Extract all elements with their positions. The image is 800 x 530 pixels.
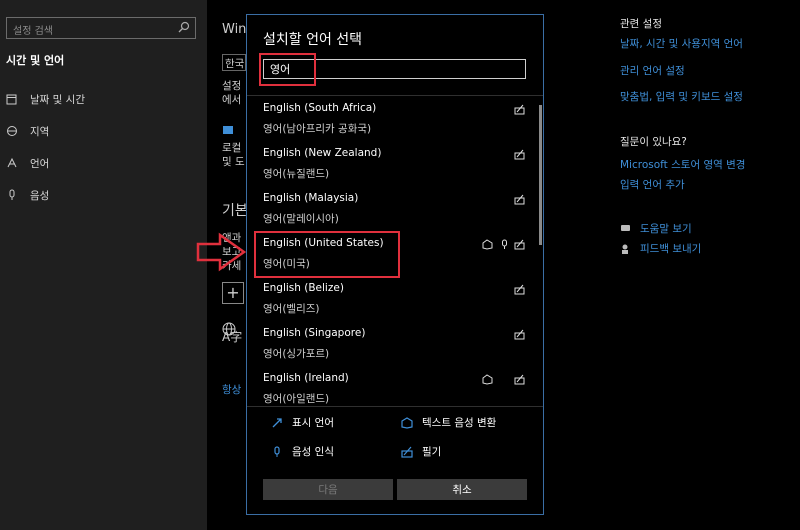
language-name: English (South Africa): [263, 102, 377, 114]
language-name: English (Belize): [263, 282, 344, 294]
search-icon[interactable]: [178, 21, 190, 33]
divider: [247, 406, 543, 407]
handwriting-icon: [514, 329, 525, 340]
cancel-button[interactable]: 취소: [397, 479, 527, 500]
globe-region-icon: [7, 126, 17, 136]
bg-text: 한국: [225, 58, 245, 70]
bg-icon: [223, 126, 233, 134]
question-title: 질문이 있나요?: [620, 136, 687, 148]
sidebar-item-label: 음성: [30, 189, 50, 202]
bg-text: 로컬: [222, 142, 242, 154]
list-scrollbar[interactable]: [539, 105, 542, 245]
language-name: English (Singapore): [263, 327, 366, 339]
language-native-name: 영어(싱가포르): [263, 348, 330, 360]
sidebar-item-label: 날짜 및 시간: [30, 93, 85, 106]
bg-text: 설정: [222, 80, 242, 92]
annotation-highlight-box: [254, 231, 400, 278]
list-item[interactable]: English (New Zealand) 영어(뉴질랜드): [247, 143, 543, 188]
handwriting-icon: [514, 284, 525, 295]
feedback-link[interactable]: 피드백 보내기: [620, 241, 701, 256]
feedback-link-label: 피드백 보내기: [640, 243, 702, 255]
language-native-name: 영어(벨리즈): [263, 303, 320, 315]
list-item[interactable]: English (Malaysia) 영어(말레이시아): [247, 188, 543, 233]
speech-recognition-icon: [502, 239, 507, 249]
list-item[interactable]: English (Ireland) 영어(아일랜드): [247, 368, 543, 406]
language-native-name: 영어(말레이시아): [263, 213, 339, 225]
handwriting-icon: [514, 239, 525, 250]
dialog-title: 설치할 언어 선택: [263, 32, 363, 48]
install-language-dialog: 설치할 언어 선택 English (South Africa) 영어(남아프리…: [246, 14, 544, 515]
help-link[interactable]: 도움말 보기: [620, 221, 692, 236]
globe-icon: [222, 322, 236, 336]
bg-heading: 기본: [222, 203, 248, 219]
language-name: English (New Zealand): [263, 147, 382, 159]
bg-dropdown[interactable]: 한국: [222, 54, 246, 71]
display-language-icon: [272, 417, 282, 427]
legend-label: 필기: [422, 446, 442, 458]
feedback-person-icon: [622, 244, 628, 254]
help-link-label: 도움말 보기: [640, 223, 692, 235]
language-native-name: 영어(남아프리카 공화국): [263, 123, 372, 135]
related-link[interactable]: 맞춤법, 입력 및 키보드 설정: [620, 89, 743, 104]
annotation-highlight-box: [259, 53, 316, 86]
speech-recognition-icon: [274, 445, 280, 457]
search-placeholder: 설정 검색: [13, 26, 53, 37]
legend-display-language: 표시 언어: [271, 415, 334, 430]
help-chat-icon: [621, 225, 630, 231]
language-native-name: 영어(아일랜드): [263, 393, 330, 405]
sidebar-item-date-time[interactable]: 날짜 및 시간: [6, 90, 85, 108]
text-to-speech-icon: [482, 374, 493, 385]
handwriting-icon: [514, 194, 525, 205]
section-title: 시간 및 언어: [6, 54, 65, 67]
language-name: English (Malaysia): [263, 192, 359, 204]
text-to-speech-icon: [482, 239, 493, 250]
list-item[interactable]: English (Belize) 영어(벨리즈): [247, 278, 543, 323]
handwriting-icon: [514, 104, 525, 115]
handwriting-icon: [514, 149, 525, 160]
sidebar-item-language[interactable]: 언어: [6, 154, 49, 172]
microphone-icon: [9, 189, 15, 200]
bg-add-button[interactable]: +: [222, 282, 244, 304]
legend-label: 음성 인식: [292, 446, 334, 458]
language-icon: [7, 157, 17, 168]
question-link[interactable]: 입력 언어 추가: [620, 177, 685, 192]
bg-link[interactable]: 항상: [222, 382, 241, 397]
legend-label: 표시 언어: [292, 417, 334, 429]
question-link[interactable]: Microsoft 스토어 영역 변경: [620, 157, 745, 172]
sidebar-item-speech[interactable]: 음성: [6, 186, 49, 204]
legend-label: 텍스트 음성 변환: [422, 417, 497, 429]
language-name: English (Ireland): [263, 372, 349, 384]
sidebar-item-label: 지역: [30, 125, 50, 138]
calendar-clock-icon: [6, 94, 17, 105]
settings-search-input[interactable]: 설정 검색: [6, 17, 196, 39]
text-to-speech-icon: [401, 416, 413, 429]
related-settings-title: 관련 설정: [620, 18, 662, 30]
handwriting-icon: [401, 446, 413, 458]
related-link[interactable]: 날짜, 시간 및 사용지역 언어: [620, 36, 743, 51]
next-button[interactable]: 다음: [263, 479, 393, 500]
list-item[interactable]: English (Singapore) 영어(싱가포르): [247, 323, 543, 368]
list-item[interactable]: English (South Africa) 영어(남아프리카 공화국): [247, 98, 543, 143]
sidebar-item-label: 언어: [30, 157, 50, 170]
related-link[interactable]: 관리 언어 설정: [620, 63, 685, 78]
sidebar: 설정 검색 시간 및 언어 날짜 및 시간 지역 언어 음성: [0, 0, 207, 530]
bg-text: 에서: [222, 94, 242, 106]
bg-text: 및 도: [222, 156, 245, 168]
legend-text-to-speech: 텍스트 음성 변환: [401, 415, 496, 430]
bg-text: Win: [222, 22, 247, 37]
sidebar-item-region[interactable]: 지역: [6, 122, 49, 140]
handwriting-icon: [514, 374, 525, 385]
legend-speech-recognition: 음성 인식: [271, 444, 334, 459]
legend-handwriting: 필기: [401, 444, 441, 459]
language-native-name: 영어(뉴질랜드): [263, 168, 330, 180]
annotation-arrow: [196, 232, 247, 272]
